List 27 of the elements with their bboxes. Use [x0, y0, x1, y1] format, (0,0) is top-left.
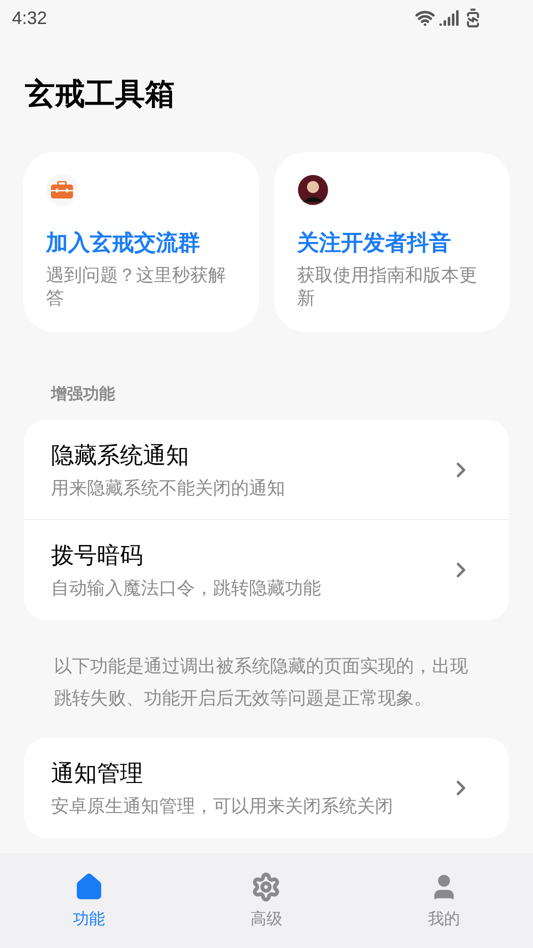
list-item[interactable]: 隐藏系统通知 用来隐藏系统不能关闭的通知	[24, 420, 509, 520]
item-title: 拨号暗码	[51, 541, 144, 570]
settings-icon	[251, 872, 282, 902]
promo-card[interactable]: 加入玄戒交流群 遇到问题？这里秒获解答	[23, 152, 259, 332]
item-subtitle: 用来隐藏系统不能关闭的通知	[51, 476, 286, 500]
wifi-icon	[415, 8, 435, 28]
signal-icon	[439, 8, 459, 28]
promo-card[interactable]: 关注开发者抖音 获取使用指南和版本更新	[274, 152, 510, 332]
item-title: 通知管理	[51, 759, 144, 788]
card-title: 关注开发者抖音	[297, 229, 452, 257]
avatar-icon	[297, 174, 329, 206]
list-item[interactable]: 通知管理 安卓原生通知管理，可以用来关闭系统关闭	[24, 738, 509, 838]
card-title: 加入玄戒交流群	[46, 229, 201, 257]
card-subtitle: 获取使用指南和版本更新	[297, 264, 478, 310]
status-time: 4:32	[12, 6, 48, 30]
nav-tab[interactable]: 功能	[0, 853, 178, 948]
nav-tab[interactable]: 高级	[178, 853, 356, 948]
item-subtitle: 自动输入魔法口令，跳转隐藏功能	[51, 577, 322, 600]
page-title: 玄戒工具箱	[25, 76, 176, 113]
toolbox-icon	[46, 174, 78, 206]
section-label: 增强功能	[51, 384, 116, 405]
item-subtitle: 安卓原生通知管理，可以用来关闭系统关闭	[51, 795, 394, 818]
item-title: 隐藏系统通知	[51, 440, 190, 470]
card-subtitle: 遇到问题？这里秒获解答	[46, 264, 227, 310]
list-item[interactable]: 拨号暗码 自动输入魔法口令，跳转隐藏功能	[24, 520, 509, 620]
note-text: 以下功能是通过调出被系统隐藏的页面实现的，出现跳转失败、功能开启后无效等问题是正常现象。	[54, 655, 469, 710]
nav-tab[interactable]: 我的	[355, 853, 533, 948]
